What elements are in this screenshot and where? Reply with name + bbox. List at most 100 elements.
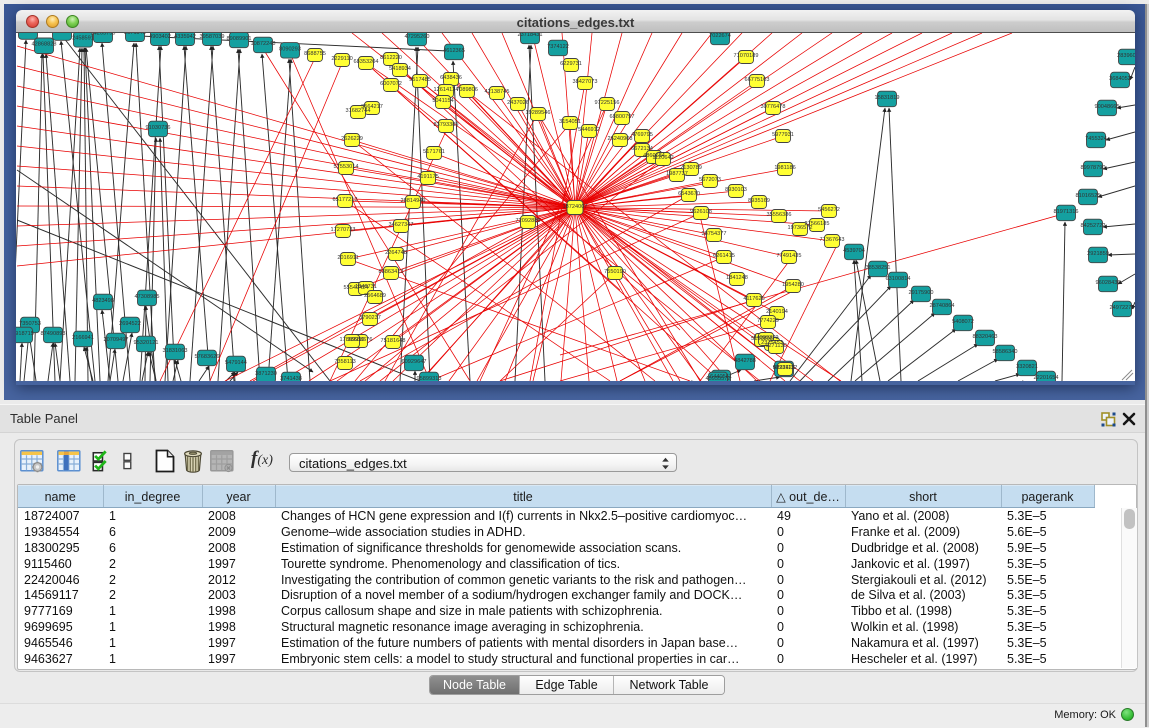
- svg-text:6543670: 6543670: [678, 191, 700, 197]
- svg-text:9517485: 9517485: [409, 77, 431, 83]
- svg-text:84252722: 84252722: [1081, 223, 1106, 229]
- svg-text:5408072: 5408072: [952, 319, 974, 325]
- svg-text:4903402: 4903402: [149, 34, 171, 40]
- svg-text:75181648: 75181648: [381, 338, 406, 344]
- svg-text:90048665: 90048665: [1095, 104, 1120, 110]
- svg-text:8688755: 8688755: [304, 51, 326, 57]
- svg-text:3341057: 3341057: [51, 33, 73, 34]
- svg-text:3871230: 3871230: [255, 371, 277, 377]
- svg-text:95320121: 95320121: [134, 340, 159, 346]
- svg-text:7550190: 7550190: [604, 269, 626, 275]
- svg-text:35556386: 35556386: [767, 212, 792, 218]
- svg-text:17869910: 17869910: [340, 337, 365, 343]
- svg-text:77491435: 77491435: [777, 253, 802, 259]
- svg-text:58586340: 58586340: [993, 349, 1018, 355]
- svg-text:20709497: 20709497: [104, 337, 129, 343]
- svg-text:5977931: 5977931: [772, 132, 794, 138]
- svg-text:68353204: 68353204: [354, 59, 379, 65]
- svg-text:88320463: 88320463: [973, 334, 998, 340]
- svg-text:91030736: 91030736: [146, 125, 171, 131]
- svg-text:42868828: 42868828: [32, 42, 57, 48]
- svg-text:5456272: 5456272: [818, 207, 840, 213]
- svg-text:34627347: 34627347: [389, 222, 414, 228]
- svg-text:7089806: 7089806: [456, 87, 478, 93]
- svg-text:81971316: 81971316: [1054, 209, 1079, 215]
- svg-text:4823498: 4823498: [92, 298, 114, 304]
- svg-text:28740864: 28740864: [930, 303, 955, 309]
- svg-text:30776478: 30776478: [761, 104, 786, 110]
- svg-text:7455324: 7455324: [1085, 136, 1107, 142]
- svg-text:65177213: 65177213: [333, 197, 358, 203]
- svg-text:28814949: 28814949: [401, 198, 426, 204]
- svg-text:89978790: 89978790: [1081, 165, 1106, 171]
- svg-text:5041154: 5041154: [432, 98, 453, 104]
- svg-text:4612365: 4612365: [443, 48, 465, 54]
- svg-text:44999379: 44999379: [754, 335, 779, 341]
- svg-text:6229731: 6229731: [560, 61, 582, 67]
- svg-text:42138745: 42138745: [485, 89, 510, 95]
- svg-text:47295260: 47295260: [405, 34, 430, 40]
- svg-text:95899313: 95899313: [417, 376, 442, 381]
- svg-text:7774229: 7774229: [757, 318, 779, 324]
- svg-text:2694522: 2694522: [119, 321, 141, 327]
- svg-text:5446912: 5446912: [578, 127, 600, 133]
- svg-text:6261415: 6261415: [713, 253, 735, 259]
- svg-text:89089901: 89089901: [227, 36, 252, 42]
- svg-text:6438436: 6438436: [440, 75, 462, 81]
- svg-text:2016911: 2016911: [337, 255, 358, 261]
- svg-text:6271130: 6271130: [765, 343, 786, 349]
- svg-text:1954280: 1954280: [782, 282, 804, 288]
- svg-text:97225156: 97225156: [595, 100, 620, 106]
- svg-text:38538251: 38538251: [866, 265, 891, 271]
- svg-text:2264748: 2264748: [385, 250, 407, 256]
- svg-text:10872248: 10872248: [251, 41, 276, 47]
- svg-text:83863413: 83863413: [379, 269, 404, 275]
- svg-text:68800797: 68800797: [610, 114, 635, 120]
- svg-text:31831063: 31831063: [163, 348, 188, 354]
- svg-text:23718431: 23718431: [518, 33, 543, 38]
- svg-text:4842788: 4842788: [734, 358, 756, 364]
- svg-text:8090293: 8090293: [279, 46, 301, 52]
- svg-text:7358113: 7358113: [334, 359, 355, 365]
- svg-text:26240908: 26240908: [608, 136, 633, 142]
- svg-text:2921859: 2921859: [1087, 251, 1109, 257]
- svg-text:14265799: 14265799: [91, 33, 116, 37]
- svg-text:38427073: 38427073: [573, 79, 598, 85]
- svg-text:8935169: 8935169: [748, 198, 770, 204]
- svg-text:63100814: 63100814: [886, 276, 911, 282]
- svg-text:57553014: 57553014: [334, 164, 359, 170]
- svg-text:96028436: 96028436: [1096, 280, 1121, 286]
- svg-text:60929647: 60929647: [402, 359, 427, 365]
- svg-text:6672134: 6672134: [631, 146, 653, 152]
- svg-text:2564689: 2564689: [364, 293, 386, 299]
- svg-text:18724007: 18724007: [563, 204, 588, 210]
- svg-text:5672073: 5672073: [699, 177, 721, 183]
- svg-text:1848731: 1848731: [355, 284, 377, 290]
- svg-text:71070189: 71070189: [734, 53, 759, 59]
- svg-text:4539704: 4539704: [843, 248, 865, 254]
- svg-text:2166941: 2166941: [72, 335, 94, 341]
- svg-text:1120642: 1120642: [652, 155, 673, 161]
- svg-text:22201654: 22201654: [1034, 375, 1059, 381]
- svg-text:4117625: 4117625: [743, 296, 764, 302]
- svg-text:2130789: 2130789: [680, 165, 702, 171]
- svg-text:38754377: 38754377: [702, 231, 727, 237]
- svg-text:5171761: 5171761: [423, 149, 445, 155]
- svg-text:2437026: 2437026: [507, 100, 529, 106]
- svg-text:2229110: 2229110: [331, 56, 352, 62]
- svg-text:81016525: 81016525: [1076, 193, 1101, 199]
- svg-text:4335942: 4335942: [174, 34, 196, 40]
- svg-text:3154051: 3154051: [559, 119, 581, 125]
- svg-text:2839607: 2839607: [1117, 53, 1135, 59]
- svg-text:57683626: 57683626: [195, 354, 220, 360]
- svg-text:17270733: 17270733: [331, 227, 356, 233]
- svg-text:66775103: 66775103: [745, 77, 770, 83]
- svg-text:5418934: 5418934: [389, 66, 411, 72]
- svg-text:31682744: 31682744: [346, 108, 371, 114]
- svg-text:39587039: 39587039: [200, 34, 225, 40]
- svg-text:2140194: 2140194: [766, 309, 788, 315]
- svg-text:5479144: 5479144: [225, 360, 247, 366]
- svg-text:7350753: 7350753: [19, 321, 41, 327]
- svg-text:5918715: 5918715: [16, 331, 34, 337]
- svg-text:4191175: 4191175: [417, 174, 438, 180]
